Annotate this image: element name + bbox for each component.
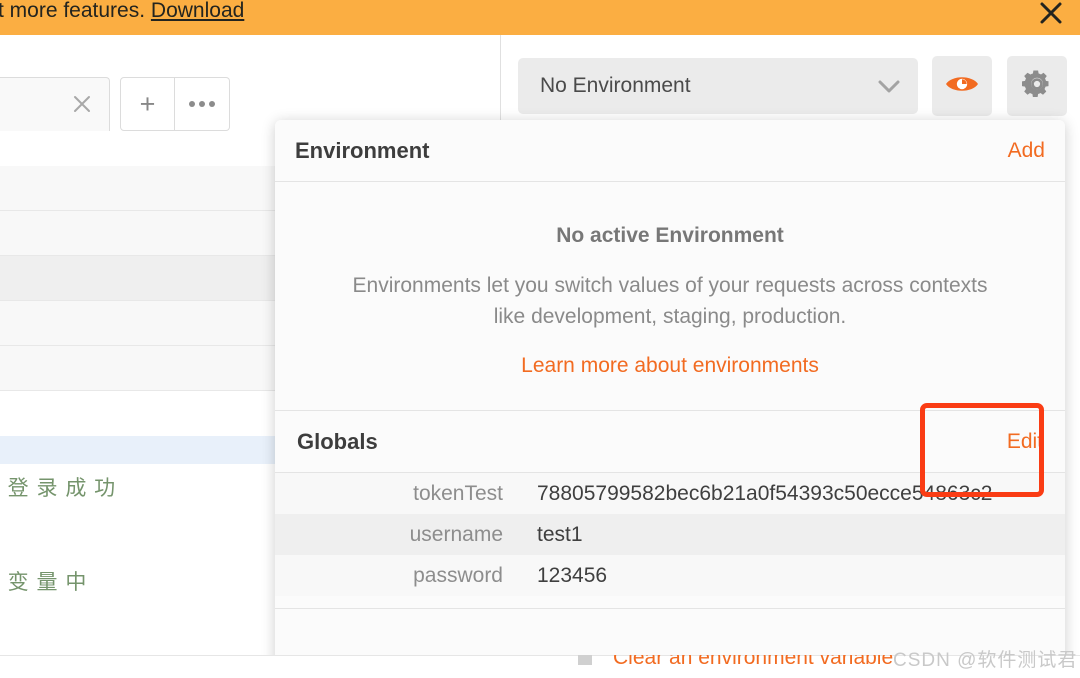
environment-selector[interactable]: No Environment [518,58,918,114]
environment-quick-look-button[interactable] [932,56,992,116]
promo-banner-message: t more features. [0,0,145,22]
globals-title: Globals [297,429,378,455]
empty-state-description: Environments let you switch values of yo… [340,270,1000,332]
editor-row [0,346,280,391]
table-row[interactable]: tokenTest 78805799582bec6b21a0f54393c50e… [275,473,1065,514]
settings-button[interactable] [1007,56,1067,116]
popover-header: Environment Add [275,120,1065,182]
chevron-down-icon [878,80,900,93]
learn-more-link[interactable]: Learn more about environments [521,354,819,378]
variable-value: 123456 [503,564,607,588]
add-environment-link[interactable]: Add [1008,139,1045,163]
code-line-blank [0,512,280,559]
close-icon[interactable] [69,91,95,117]
empty-state-title: No active Environment [295,224,1045,248]
app-root: 认 为 登 录 成 功 环 境 变 量 中 en); + No Environm… [0,0,1080,678]
request-editor-rows [0,166,280,464]
edit-globals-link[interactable]: Edit [1007,430,1043,454]
table-row[interactable]: username test1 [275,514,1065,555]
editor-row [0,211,280,256]
add-tab-button[interactable]: + [120,77,175,131]
eye-icon [945,73,979,100]
variable-key: username [275,523,503,547]
environment-selector-value: No Environment [540,74,691,98]
editor-row [0,391,280,436]
ellipsis-icon [189,101,215,107]
more-actions-button[interactable] [175,77,230,131]
download-link[interactable]: Download [151,0,244,22]
table-row[interactable]: password 123456 [275,555,1065,596]
popover-title: Environment [295,138,429,164]
editor-row [0,166,280,211]
variable-key: password [275,564,503,588]
environment-popover: Environment Add No active Environment En… [275,120,1065,670]
editor-row-selected [0,256,280,301]
variable-value: 78805799582bec6b21a0f54393c50ecce54863c2 [503,482,992,506]
globals-variable-table: tokenTest 78805799582bec6b21a0f54393c50e… [275,473,1065,596]
variable-key: tokenTest [275,482,503,506]
checkbox-icon[interactable] [578,655,592,665]
globals-header: Globals Edit [275,411,1065,473]
code-line-statement: en); [0,606,280,653]
script-code-area: 认 为 登 录 成 功 环 境 变 量 中 en); [0,465,280,653]
request-tab[interactable] [0,77,110,131]
variable-value: test1 [503,523,583,547]
promo-banner: t more features. Download [0,0,1080,35]
promo-banner-text: t more features. Download [0,0,244,25]
watermark: CSDN @软件测试君 [893,645,1077,672]
empty-state: No active Environment Environments let y… [275,182,1065,411]
code-line-comment: 环 境 变 量 中 [0,559,280,606]
close-icon[interactable] [1034,0,1068,30]
gear-icon [1021,68,1053,105]
plus-icon: + [140,91,156,118]
editor-row [0,301,280,346]
editor-row-active [0,436,280,464]
clear-environment-variable-item[interactable]: Clear an environment variable [613,655,893,670]
code-line-comment: 认 为 登 录 成 功 [0,465,280,512]
